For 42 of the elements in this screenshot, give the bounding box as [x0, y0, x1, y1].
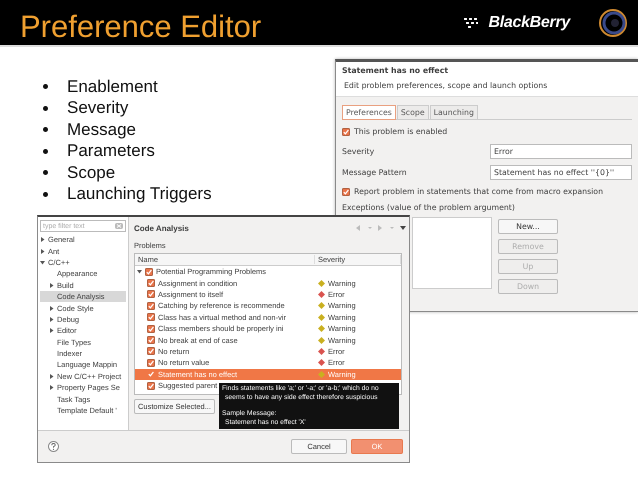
- collapsed-arrow-icon[interactable]: [40, 237, 45, 242]
- slide-title: Preference Editor: [20, 8, 262, 44]
- page-title: Code Analysis: [134, 224, 189, 232]
- bullet-icon: [43, 192, 48, 197]
- dots-logo-icon: [464, 18, 478, 28]
- bullet-text: Launching Triggers: [67, 184, 212, 204]
- warning-icon: [318, 370, 325, 378]
- bullet-text: Severity: [67, 98, 128, 118]
- error-icon: [318, 290, 325, 298]
- checkbox-checked[interactable]: [147, 279, 155, 288]
- navigation-arrows-icon[interactable]: [356, 225, 406, 231]
- expanded-arrow-icon[interactable]: [40, 260, 45, 265]
- checkbox-checked[interactable]: [147, 302, 155, 310]
- checkbox-checked[interactable]: [147, 382, 155, 390]
- checkbox-checked[interactable]: [147, 358, 155, 367]
- checkbox-checked[interactable]: [147, 324, 155, 333]
- bullet-icon: [43, 148, 48, 154]
- checkbox-checked[interactable]: [147, 336, 155, 344]
- bullet-text: Parameters: [67, 141, 155, 162]
- checkbox-checked[interactable]: [147, 313, 155, 322]
- collapsed-arrow-icon[interactable]: [49, 374, 54, 379]
- bullet-icon: [43, 84, 48, 90]
- logo-text: BlackBerry: [488, 14, 570, 32]
- bullet-text: Enablement: [67, 76, 158, 97]
- logo-icon: [598, 8, 628, 38]
- collapsed-arrow-icon[interactable]: [49, 282, 54, 288]
- collapsed-arrow-icon[interactable]: [49, 328, 54, 334]
- bullet-icon: [43, 106, 48, 111]
- bullet-icon: [43, 170, 48, 176]
- checkbox-checked[interactable]: [342, 128, 350, 136]
- checkbox-checked[interactable]: [342, 188, 350, 196]
- warning-icon: [318, 280, 325, 287]
- checkbox-checked[interactable]: [145, 268, 153, 276]
- bullet-icon: [43, 127, 48, 132]
- checkbox-checked[interactable]: [147, 290, 155, 298]
- help-icon[interactable]: [48, 441, 59, 452]
- collapsed-arrow-icon[interactable]: [40, 248, 45, 254]
- expanded-arrow-icon[interactable]: [137, 269, 142, 274]
- checkbox-checked[interactable]: [147, 347, 155, 356]
- bullet-text: Message: [67, 120, 136, 140]
- collapsed-arrow-icon[interactable]: [49, 385, 54, 390]
- bullet-text: Scope: [67, 162, 116, 183]
